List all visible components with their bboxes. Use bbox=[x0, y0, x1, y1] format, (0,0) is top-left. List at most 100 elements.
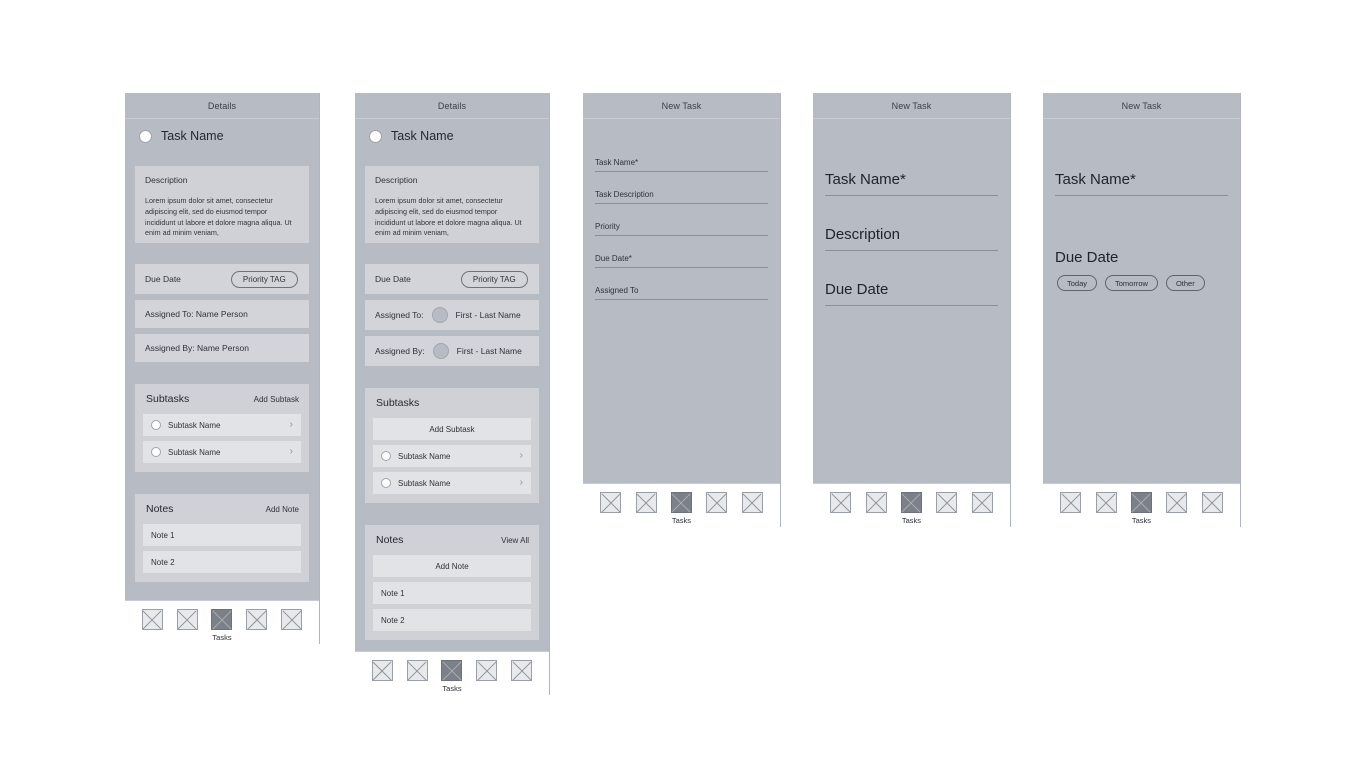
radio-unchecked-icon[interactable] bbox=[151, 420, 161, 430]
placeholder-x-icon[interactable] bbox=[1201, 492, 1223, 513]
placeholder-x-icon[interactable] bbox=[281, 609, 303, 630]
nav-item-4[interactable] bbox=[929, 492, 964, 516]
nav-item-2[interactable] bbox=[628, 492, 663, 516]
priority-tag-badge[interactable]: Priority TAG bbox=[230, 270, 298, 288]
task-name-row[interactable]: Task Name bbox=[365, 119, 539, 143]
nav-item-1[interactable] bbox=[1053, 492, 1088, 516]
nav-item-5[interactable] bbox=[504, 660, 539, 684]
due-date-chip-tomorrow[interactable]: Tomorrow bbox=[1105, 275, 1158, 291]
nav-item-tasks[interactable]: Tasks bbox=[894, 492, 929, 525]
placeholder-x-icon[interactable] bbox=[441, 660, 463, 681]
priority-tag-badge[interactable]: Priority TAG bbox=[460, 270, 528, 288]
placeholder-x-icon[interactable] bbox=[971, 492, 993, 513]
add-note-button[interactable]: Add Note bbox=[373, 555, 531, 577]
note-list-item[interactable]: Note 1 bbox=[143, 524, 301, 546]
notes-title: Notes bbox=[376, 534, 404, 546]
assigned-by-row[interactable]: Assigned By: First - Last Name bbox=[365, 336, 539, 366]
radio-unchecked-icon[interactable] bbox=[381, 451, 391, 461]
placeholder-x-icon[interactable] bbox=[670, 492, 692, 513]
task-name-row[interactable]: Task Name bbox=[135, 119, 309, 143]
nav-item-5[interactable] bbox=[965, 492, 1000, 516]
nav-item-4[interactable] bbox=[239, 609, 274, 633]
placeholder-x-icon[interactable] bbox=[600, 492, 622, 513]
nav-item-4[interactable] bbox=[699, 492, 734, 516]
subtask-list-item[interactable]: Subtask Name › bbox=[373, 472, 531, 494]
subtask-list-item[interactable]: Subtask Name › bbox=[373, 445, 531, 467]
nav-item-2[interactable] bbox=[170, 609, 205, 633]
placeholder-x-icon[interactable] bbox=[1095, 492, 1117, 513]
field-task-name[interactable]: Task Name* bbox=[595, 158, 768, 172]
field-task-description[interactable]: Task Description bbox=[595, 190, 768, 204]
placeholder-x-icon[interactable] bbox=[211, 609, 233, 630]
nav-item-tasks[interactable]: Tasks bbox=[664, 492, 699, 525]
placeholder-x-icon[interactable] bbox=[511, 660, 533, 681]
nav-item-2[interactable] bbox=[400, 660, 435, 684]
nav-item-5[interactable] bbox=[1195, 492, 1230, 516]
notes-header: Notes View All bbox=[373, 534, 531, 546]
add-subtask-button[interactable]: Add Subtask bbox=[254, 395, 299, 404]
radio-unchecked-icon[interactable] bbox=[151, 447, 161, 457]
placeholder-x-icon[interactable] bbox=[865, 492, 887, 513]
nav-item-5[interactable] bbox=[274, 609, 309, 633]
input-underline bbox=[1055, 195, 1228, 196]
placeholder-x-icon[interactable] bbox=[830, 492, 852, 513]
note-list-item[interactable]: Note 2 bbox=[373, 609, 531, 631]
nav-item-1[interactable] bbox=[823, 492, 858, 516]
nav-item-4[interactable] bbox=[1159, 492, 1194, 516]
placeholder-x-icon[interactable] bbox=[1060, 492, 1082, 513]
due-date-row[interactable]: Due Date Priority TAG bbox=[365, 264, 539, 294]
assigned-to-person: First - Last Name bbox=[455, 310, 521, 320]
radio-unchecked-icon[interactable] bbox=[139, 129, 152, 143]
assigned-by-row[interactable]: Assigned By: Name Person bbox=[135, 334, 309, 362]
field-description[interactable]: Description bbox=[825, 226, 998, 251]
subtask-list-item[interactable]: Subtask Name › bbox=[143, 414, 301, 436]
description-body: Lorem ipsum dolor sit amet, consectetur … bbox=[145, 196, 292, 238]
nav-item-2[interactable] bbox=[858, 492, 893, 516]
nav-item-1[interactable] bbox=[365, 660, 400, 684]
placeholder-x-icon[interactable] bbox=[936, 492, 958, 513]
due-date-chip-other[interactable]: Other bbox=[1165, 275, 1205, 291]
placeholder-x-icon[interactable] bbox=[406, 660, 428, 681]
field-task-name[interactable]: Task Name* bbox=[1055, 171, 1228, 196]
chevron-right-icon[interactable]: › bbox=[520, 478, 523, 488]
placeholder-x-icon[interactable] bbox=[1166, 492, 1188, 513]
nav-item-1[interactable] bbox=[135, 609, 170, 633]
due-date-row[interactable]: Due Date Priority TAG bbox=[135, 264, 309, 294]
assigned-to-row[interactable]: Assigned To: Name Person bbox=[135, 300, 309, 328]
placeholder-x-icon[interactable] bbox=[476, 660, 498, 681]
placeholder-x-icon[interactable] bbox=[741, 492, 763, 513]
subtask-list-item[interactable]: Subtask Name › bbox=[143, 441, 301, 463]
due-date-chip-today[interactable]: Today bbox=[1057, 275, 1098, 291]
field-priority[interactable]: Priority bbox=[595, 222, 768, 236]
nav-item-1[interactable] bbox=[593, 492, 628, 516]
add-note-button[interactable]: Add Note bbox=[266, 505, 299, 514]
chevron-right-icon[interactable]: › bbox=[520, 451, 523, 461]
nav-item-tasks[interactable]: Tasks bbox=[205, 609, 240, 642]
placeholder-x-icon[interactable] bbox=[635, 492, 657, 513]
nav-item-tasks[interactable]: Tasks bbox=[435, 660, 470, 693]
placeholder-x-icon[interactable] bbox=[900, 492, 922, 513]
note-list-item[interactable]: Note 1 bbox=[373, 582, 531, 604]
add-subtask-button[interactable]: Add Subtask bbox=[373, 418, 531, 440]
field-due-date[interactable]: Due Date* bbox=[595, 254, 768, 268]
view-all-notes-button[interactable]: View All bbox=[501, 536, 529, 545]
field-due-date[interactable]: Due Date bbox=[825, 281, 998, 306]
nav-item-2[interactable] bbox=[1088, 492, 1123, 516]
radio-unchecked-icon[interactable] bbox=[369, 129, 382, 143]
field-assigned-to[interactable]: Assigned To bbox=[595, 286, 768, 300]
note-list-item[interactable]: Note 2 bbox=[143, 551, 301, 573]
placeholder-x-icon[interactable] bbox=[1130, 492, 1152, 513]
chevron-right-icon[interactable]: › bbox=[290, 447, 293, 457]
field-task-name[interactable]: Task Name* bbox=[825, 171, 998, 196]
radio-unchecked-icon[interactable] bbox=[381, 478, 391, 488]
nav-item-4[interactable] bbox=[469, 660, 504, 684]
placeholder-x-icon[interactable] bbox=[246, 609, 268, 630]
chevron-right-icon[interactable]: › bbox=[290, 420, 293, 430]
placeholder-x-icon[interactable] bbox=[706, 492, 728, 513]
assigned-to-row[interactable]: Assigned To: First - Last Name bbox=[365, 300, 539, 330]
placeholder-x-icon[interactable] bbox=[176, 609, 198, 630]
placeholder-x-icon[interactable] bbox=[371, 660, 393, 681]
nav-item-5[interactable] bbox=[735, 492, 770, 516]
placeholder-x-icon[interactable] bbox=[141, 609, 163, 630]
nav-item-tasks[interactable]: Tasks bbox=[1124, 492, 1159, 525]
